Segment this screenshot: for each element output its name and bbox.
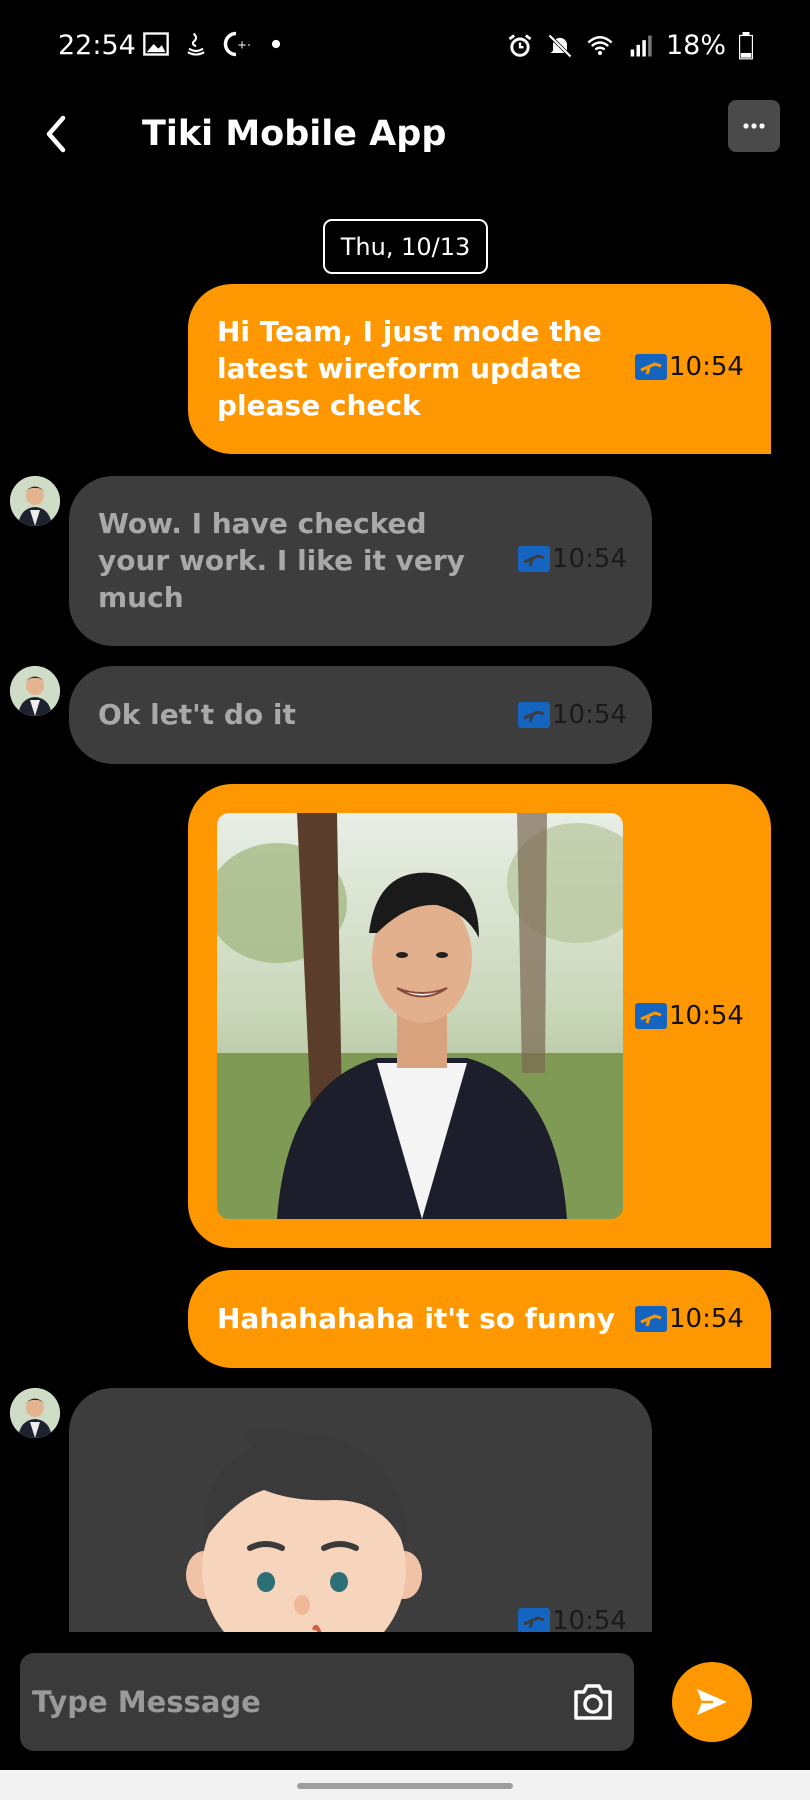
more-options-button[interactable] — [728, 100, 780, 152]
send-icon — [697, 1689, 727, 1715]
message-input[interactable]: Type Message — [20, 1653, 634, 1751]
message-meta: 10:54 — [635, 1001, 744, 1031]
message-incoming[interactable]: Wow. I have checked your work. I like it… — [69, 476, 652, 646]
sent-status-icon — [635, 1306, 667, 1332]
message-meta: 10:54 — [635, 352, 744, 382]
message-time: 10:54 — [669, 1304, 744, 1334]
message-text: Ok let't do it — [98, 698, 296, 731]
sticker-viewport: 10:54 — [69, 1388, 652, 1632]
message-time: 10:54 — [552, 544, 627, 574]
message-meta: 10:54 — [518, 1606, 627, 1632]
sent-status-icon — [635, 1003, 667, 1029]
message-meta: 10:54 — [518, 700, 627, 730]
status-bar: 22:54 ++ 18% — [0, 0, 810, 96]
status-time: 22:54 — [58, 30, 136, 61]
message-text: Hahahahaha it't so funny — [217, 1302, 615, 1335]
dot-icon — [271, 39, 281, 49]
avatar[interactable] — [10, 666, 60, 716]
battery-icon — [739, 31, 753, 59]
more-horizontal-icon — [743, 123, 765, 129]
back-button[interactable] — [26, 104, 86, 164]
alarm-icon — [508, 33, 532, 57]
message-time: 10:54 — [552, 1606, 627, 1632]
svg-text:++: ++ — [237, 38, 250, 52]
app-header: Tiki Mobile App — [0, 96, 810, 206]
page-title: Tiki Mobile App — [142, 114, 447, 154]
message-time: 10:54 — [552, 700, 627, 730]
cpp-icon: ++ — [223, 31, 250, 57]
sent-status-icon — [518, 1608, 550, 1632]
chat-screen: 22:54 ++ 18% Tiki Mobile App Thu, 10/13 — [0, 0, 810, 1800]
shared-photo[interactable] — [217, 813, 623, 1219]
home-gesture-handle[interactable] — [297, 1783, 513, 1789]
message-meta: 10:54 — [518, 544, 627, 574]
battery-percent: 18% — [665, 30, 726, 61]
message-time: 10:54 — [669, 1001, 744, 1031]
sticker-image — [186, 1430, 422, 1632]
sent-status-icon — [518, 546, 550, 572]
camera-icon — [574, 1684, 612, 1720]
message-text: Wow. I have checked your work. I like it… — [98, 507, 465, 614]
message-incoming-sticker[interactable]: 10:54 — [69, 1388, 652, 1632]
mute-icon — [548, 33, 572, 58]
status-right: 18% — [506, 30, 754, 61]
sent-status-icon — [518, 702, 550, 728]
date-separator: Thu, 10/13 — [323, 219, 488, 274]
message-time: 10:54 — [669, 352, 744, 382]
camera-button[interactable] — [572, 1682, 614, 1722]
wifi-icon — [587, 35, 613, 55]
avatar[interactable] — [10, 1388, 60, 1438]
send-button[interactable] — [672, 1662, 752, 1742]
java-icon — [187, 32, 205, 56]
message-incoming[interactable]: Ok let't do it 10:54 — [69, 666, 652, 764]
system-nav-bar — [0, 1770, 810, 1800]
message-input-placeholder: Type Message — [32, 1685, 261, 1719]
message-outgoing[interactable]: Hi Team, I just mode the latest wireform… — [188, 284, 771, 454]
message-text: Hi Team, I just mode the latest wireform… — [217, 315, 602, 422]
status-left-icons: ++ — [142, 30, 290, 58]
message-meta: 10:54 — [635, 1304, 744, 1334]
image-icon — [143, 32, 169, 56]
signal-icon — [630, 35, 652, 56]
chevron-left-icon — [46, 115, 66, 153]
sent-status-icon — [635, 354, 667, 380]
avatar[interactable] — [10, 476, 60, 526]
message-outgoing[interactable]: Hahahahaha it't so funny 10:54 — [188, 1270, 771, 1368]
